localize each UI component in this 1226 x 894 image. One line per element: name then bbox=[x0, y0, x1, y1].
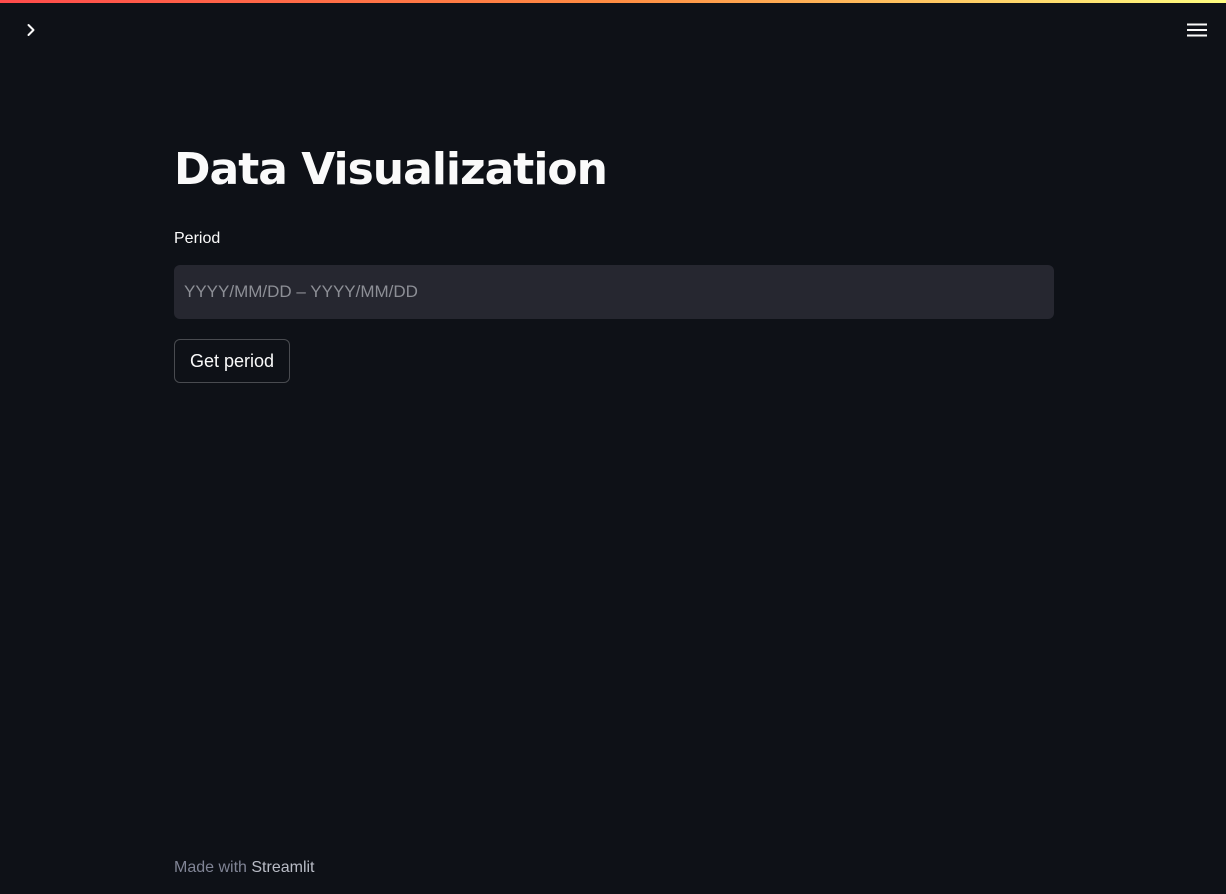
footer: Made with Streamlit bbox=[174, 859, 315, 877]
top-decoration-bar bbox=[0, 0, 1226, 3]
sidebar-expand-button[interactable] bbox=[18, 19, 44, 45]
main-menu-button[interactable] bbox=[1184, 19, 1210, 45]
footer-prefix: Made with bbox=[174, 859, 252, 876]
get-period-button[interactable]: Get period bbox=[174, 339, 291, 383]
period-date-input-container bbox=[174, 265, 1054, 319]
period-date-input[interactable] bbox=[174, 265, 1054, 319]
page-title: Data Visualization bbox=[174, 144, 608, 195]
period-label: Period bbox=[174, 230, 221, 247]
streamlit-link[interactable]: Streamlit bbox=[251, 859, 314, 876]
chevron-right-icon bbox=[24, 23, 38, 42]
hamburger-menu-icon bbox=[1187, 22, 1207, 43]
